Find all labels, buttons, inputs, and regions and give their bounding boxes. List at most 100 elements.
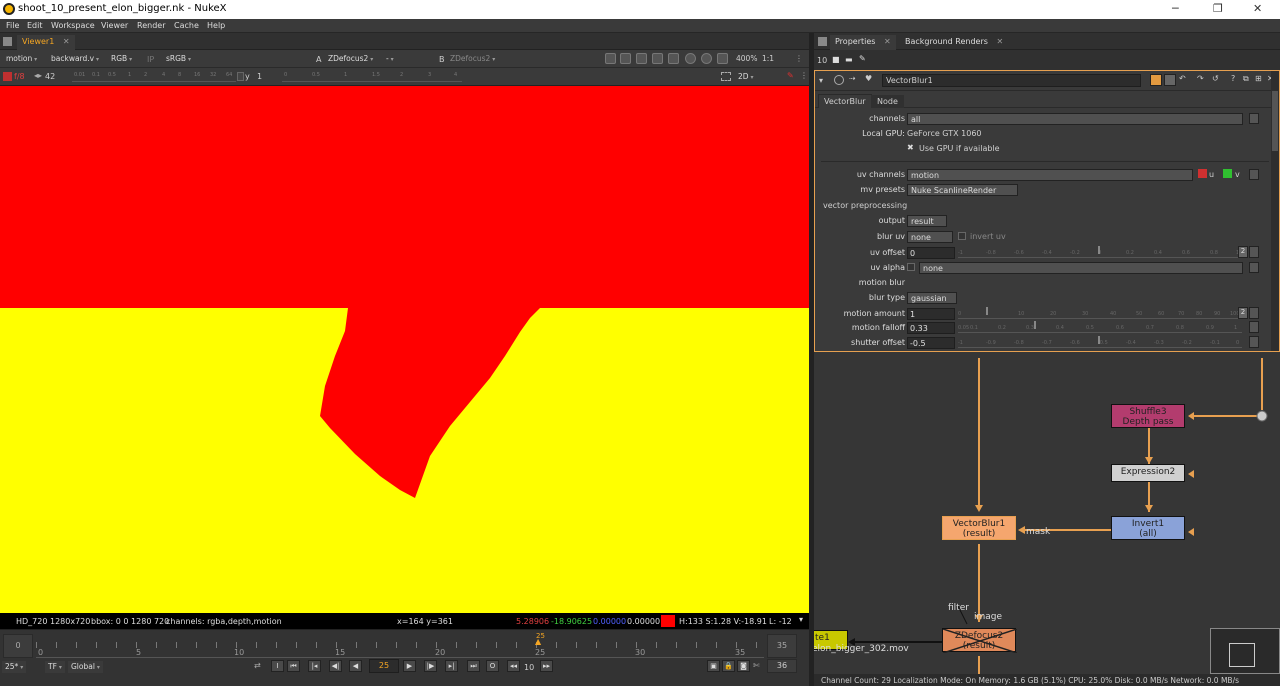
uv-channels-more-icon[interactable] <box>1249 169 1259 180</box>
prev-keyframe-button[interactable]: |◂ <box>308 660 321 672</box>
step-back-button[interactable]: ◀| <box>329 660 342 672</box>
b-input-dropdown[interactable]: ZDefocus2 <box>447 53 499 65</box>
uv-channels-dropdown[interactable]: motion <box>907 169 1193 181</box>
expand-info-icon[interactable]: ▾ <box>799 615 803 624</box>
pause-icon[interactable] <box>717 53 728 64</box>
navigator-minimap[interactable] <box>1210 628 1280 674</box>
end-frame-field[interactable]: 35 <box>767 634 797 658</box>
close-button[interactable]: ✕ <box>1253 2 1262 15</box>
motion-amount-field[interactable]: 1 <box>907 308 955 320</box>
loop-icon[interactable]: ⇄ <box>254 661 261 670</box>
frame-field[interactable]: 25 <box>369 659 399 673</box>
audio-icon[interactable]: ✄ <box>753 661 760 670</box>
fps-dropdown[interactable]: 25* <box>2 661 27 673</box>
color-icon[interactable] <box>3 72 12 81</box>
safe-area-icon[interactable] <box>620 53 631 64</box>
checker-icon[interactable] <box>652 53 663 64</box>
channel-set-dropdown[interactable]: motion <box>3 53 41 65</box>
layer-dropdown[interactable]: backward.v <box>48 53 103 65</box>
overlay-icon[interactable] <box>636 53 647 64</box>
node-invert1[interactable]: Invert1 (all) <box>1111 516 1185 540</box>
clear-panels-icon[interactable]: ▬ <box>845 55 853 64</box>
tab-properties[interactable]: Properties ✕ <box>830 35 896 50</box>
skip-back-button[interactable]: ◂◂ <box>507 660 520 672</box>
shutter-offset-curve-icon[interactable] <box>1249 336 1259 348</box>
increment-field[interactable]: 10 <box>524 663 534 672</box>
menu-file[interactable]: File <box>6 21 19 30</box>
end-field[interactable]: 36 <box>767 659 797 673</box>
zoom-dropdown[interactable]: 400% <box>736 54 757 63</box>
undo-icon[interactable]: ↶ <box>1179 74 1186 83</box>
float-panel-icon[interactable]: ⧉ <box>1243 74 1249 84</box>
last-frame-button[interactable]: ⏭ <box>467 660 480 672</box>
tf-dropdown[interactable]: TF <box>45 661 65 673</box>
node-zdefocus2[interactable]: ZDefocus2 (result) <box>942 628 1017 653</box>
menu-help[interactable]: Help <box>207 21 225 30</box>
motion-falloff-slider[interactable]: 0.05 0.1 0.2 0.3 0.4 0.5 0.6 0.7 0.8 0.9… <box>958 321 1242 333</box>
pen-icon[interactable]: ✎ <box>859 54 866 63</box>
motion-falloff-field[interactable]: 0.33 <box>907 322 955 334</box>
ip-toggle[interactable]: IP <box>147 55 154 64</box>
gain-value-field[interactable]: 42 <box>45 72 55 81</box>
tab-viewer1[interactable]: Viewer1 ✕ <box>17 35 75 50</box>
scrollbar-thumb[interactable] <box>1272 91 1278 151</box>
max-panels-field[interactable]: 10 <box>817 56 827 65</box>
node-graph[interactable]: Shuffle3 Depth pass Expression2 Invert1 … <box>814 352 1280 674</box>
shutter-offset-slider[interactable]: -1 -0.9 -0.8 -0.7 -0.6 -0.5 -0.4 -0.3 -0… <box>958 336 1242 348</box>
tab-background-renders[interactable]: Background Renders ✕ <box>900 35 1008 50</box>
uv-alpha-dropdown[interactable]: none <box>919 262 1243 274</box>
u-channel-toggle[interactable] <box>1198 169 1207 178</box>
blur-uv-dropdown[interactable]: none <box>907 231 953 243</box>
tab-vectorblur[interactable]: VectorBlur <box>818 94 872 108</box>
uv-offset-field[interactable]: 0 <box>907 247 955 259</box>
font-color-icon[interactable] <box>1164 74 1176 86</box>
redo-icon[interactable]: ↷ <box>1197 74 1204 83</box>
gain-label[interactable]: f/8 <box>14 72 25 81</box>
uv-alpha-checkbox[interactable] <box>907 263 915 271</box>
lock-icon[interactable]: ■ <box>832 55 840 64</box>
minimize-button[interactable]: ─ <box>1172 2 1179 15</box>
gain-slider[interactable]: 0.01 0.1 0.5 1 2 4 8 16 32 64 <box>72 72 236 82</box>
step-forward-button[interactable]: |▶ <box>424 660 437 672</box>
node-color-icon[interactable]: ♥ <box>865 74 872 83</box>
properties-scrollbar[interactable] <box>1271 71 1279 351</box>
slider-knob[interactable] <box>1098 336 1100 344</box>
menu-workspace[interactable]: Workspace <box>51 21 95 30</box>
gamma-value-field[interactable]: 1 <box>257 72 262 81</box>
viewer-target-icon[interactable] <box>834 75 844 85</box>
motion-amount-slider[interactable]: 0 10 20 30 40 50 60 70 80 90 100 <box>958 307 1242 319</box>
node-name-field[interactable]: VectorBlur1 <box>882 74 1141 87</box>
motion-amount-curve-icon[interactable] <box>1249 307 1259 319</box>
gain-arrows-icon[interactable]: ◂▸ <box>34 71 42 80</box>
display-channels-dropdown[interactable]: RGB <box>108 53 136 65</box>
v-channel-toggle[interactable] <box>1223 169 1232 178</box>
dot-node[interactable] <box>1256 410 1268 422</box>
color-picker-icon[interactable]: ✎ <box>787 71 794 80</box>
output-dropdown[interactable]: result <box>907 215 947 227</box>
more-options-icon[interactable]: ⋮ <box>800 71 808 80</box>
uv-alpha-more-icon[interactable] <box>1249 262 1259 273</box>
tile-color-icon[interactable] <box>1150 74 1162 86</box>
maximize-button[interactable]: ❐ <box>1213 2 1223 15</box>
minimap-viewport[interactable] <box>1229 643 1255 667</box>
wipe-mode-dropdown[interactable]: - <box>383 53 431 65</box>
flipbook-icon[interactable]: ◙ <box>737 660 750 672</box>
pane-menu-icon[interactable] <box>3 37 12 46</box>
first-frame-button[interactable]: ⏮ <box>287 660 300 672</box>
channels-more-icon[interactable] <box>1249 113 1259 124</box>
view-mode-dropdown[interactable]: 2D <box>735 71 757 83</box>
play-backward-button[interactable]: ◀ <box>349 660 362 672</box>
next-keyframe-button[interactable]: ▸| <box>445 660 458 672</box>
more-options-icon[interactable]: ⋮ <box>795 54 803 63</box>
slider-knob[interactable] <box>1034 321 1036 329</box>
reset-icon[interactable]: ↺ <box>1212 74 1219 83</box>
list-icon[interactable] <box>668 53 679 64</box>
blur-type-dropdown[interactable]: gaussian <box>907 292 957 304</box>
in-point-button[interactable]: I <box>271 660 284 672</box>
close-icon[interactable]: ✕ <box>884 37 891 46</box>
gamma-slider[interactable]: 0 0.5 1 1.5 2 3 4 <box>282 72 462 82</box>
skip-forward-button[interactable]: ▸▸ <box>540 660 553 672</box>
gear-icon[interactable] <box>701 53 712 64</box>
close-icon[interactable]: ✕ <box>63 37 70 46</box>
invert-uv-checkbox[interactable] <box>958 232 966 240</box>
